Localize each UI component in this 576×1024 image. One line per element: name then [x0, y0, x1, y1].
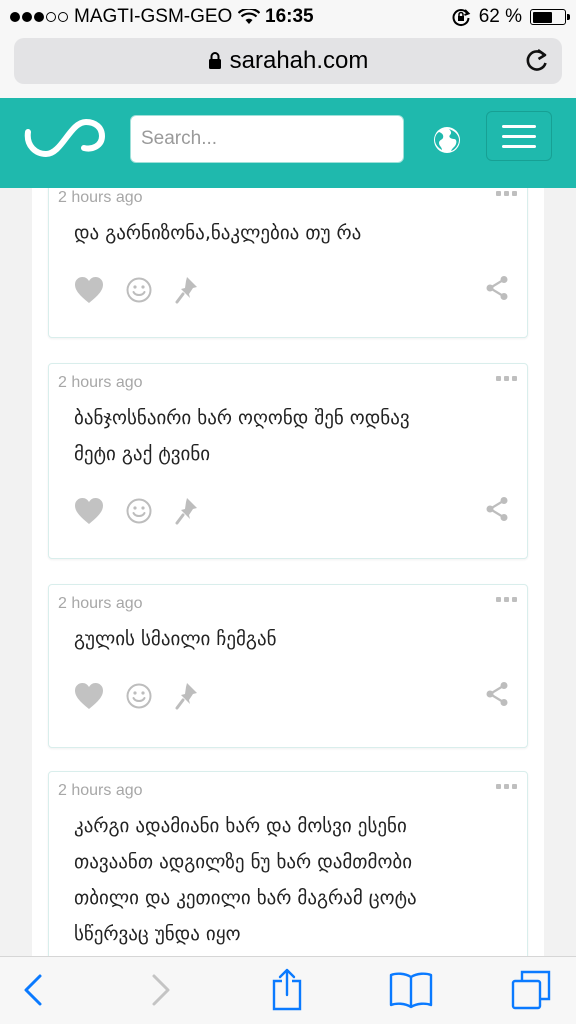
message-card: 2 hours ago ბანჯოსნაირი ხარ ოღონდ შენ ოდნ… — [48, 363, 528, 559]
smile-reaction-icon[interactable] — [126, 683, 152, 714]
signal-icon — [10, 12, 68, 22]
message-line: თბილი და კეთილი ხარ მაგრამ ცოტა — [74, 887, 417, 909]
message-card: 2 hours ago გულის სმაილი ჩემგან — [48, 584, 528, 748]
message-line: სწერვაც უნდა იყო — [74, 923, 241, 945]
like-heart-icon[interactable] — [74, 682, 104, 715]
battery-icon — [530, 9, 570, 25]
url-text: sarahah.com — [229, 47, 369, 74]
bookmarks-icon[interactable] — [388, 971, 434, 1009]
pin-icon[interactable] — [174, 496, 200, 531]
tabs-icon[interactable] — [510, 969, 552, 1011]
battery-percent: 62 % — [478, 6, 522, 27]
share-icon[interactable] — [270, 967, 304, 1011]
share-message-icon[interactable] — [485, 496, 509, 527]
sarahah-logo-icon[interactable] — [22, 116, 108, 160]
phone-screen: MAGTI-GSM-GEO 16:35 62 % sarahah.com Sea… — [0, 0, 576, 1024]
message-line: თავაანთ ადგილზე ნუ ხარ დამთმობი — [74, 851, 413, 873]
carrier-info: MAGTI-GSM-GEO — [10, 6, 261, 28]
hamburger-menu-button[interactable] — [486, 111, 552, 161]
browser-address-area: sarahah.com — [0, 34, 576, 98]
pin-icon[interactable] — [174, 275, 200, 310]
more-options-icon[interactable] — [496, 191, 517, 196]
like-heart-icon[interactable] — [74, 497, 104, 530]
smile-reaction-icon[interactable] — [126, 277, 152, 308]
share-message-icon[interactable] — [485, 681, 509, 712]
message-text: ბანჯოსნაირი ხარ ოღონდ შენ ოდნავ მეტი გაქ … — [74, 400, 514, 472]
smile-reaction-icon[interactable] — [126, 498, 152, 529]
message-line: ბანჯოსნაირი ხარ ოღონდ შენ ოდნავ — [74, 407, 410, 429]
message-text: კარგი ადამიანი ხარ და მოსვი ესენი თავაანთ… — [74, 808, 514, 952]
reload-icon[interactable] — [524, 47, 550, 75]
more-options-icon[interactable] — [496, 376, 517, 381]
message-card: 2 hours ago და გარნიზონა,ნაკლებია თუ რა — [48, 188, 528, 338]
address-bar[interactable]: sarahah.com — [14, 38, 562, 84]
app-header — [0, 98, 576, 188]
globe-icon[interactable] — [433, 126, 461, 154]
message-line: და გარნიზონა,ნაკლებია თუ რა — [74, 222, 362, 244]
search-input[interactable] — [130, 115, 404, 163]
pin-icon[interactable] — [174, 681, 200, 716]
carrier-name: MAGTI-GSM-GEO — [74, 6, 233, 27]
message-line: კარგი ადამიანი ხარ და მოსვი ესენი — [74, 815, 407, 837]
status-bar: MAGTI-GSM-GEO 16:35 62 % — [0, 0, 576, 34]
message-text: გულის სმაილი ჩემგან — [74, 621, 514, 657]
message-time: 2 hours ago — [58, 189, 143, 206]
message-line: მეტი გაქ ტვინი — [74, 443, 211, 465]
messages-feed[interactable]: 2 hours ago და გარნიზონა,ნაკლებია თუ რა 2 … — [0, 188, 576, 956]
message-time: 2 hours ago — [58, 374, 143, 391]
message-line: გულის სმაილი ჩემგან — [74, 628, 277, 650]
more-options-icon[interactable] — [496, 597, 517, 602]
message-text: და გარნიზონა,ნაკლებია თუ რა — [74, 215, 514, 251]
more-options-icon[interactable] — [496, 784, 517, 789]
forward-icon[interactable] — [150, 973, 172, 1007]
message-time: 2 hours ago — [58, 782, 143, 799]
back-icon[interactable] — [22, 973, 44, 1007]
share-message-icon[interactable] — [485, 275, 509, 306]
lock-icon — [208, 52, 221, 69]
message-card: 2 hours ago კარგი ადამიანი ხარ და მოსვი ე… — [48, 771, 528, 956]
clock: 16:35 — [265, 6, 314, 27]
message-time: 2 hours ago — [58, 595, 143, 612]
like-heart-icon[interactable] — [74, 276, 104, 309]
wifi-icon — [238, 9, 261, 24]
rotation-lock-icon — [452, 9, 470, 27]
browser-toolbar — [0, 956, 576, 1024]
